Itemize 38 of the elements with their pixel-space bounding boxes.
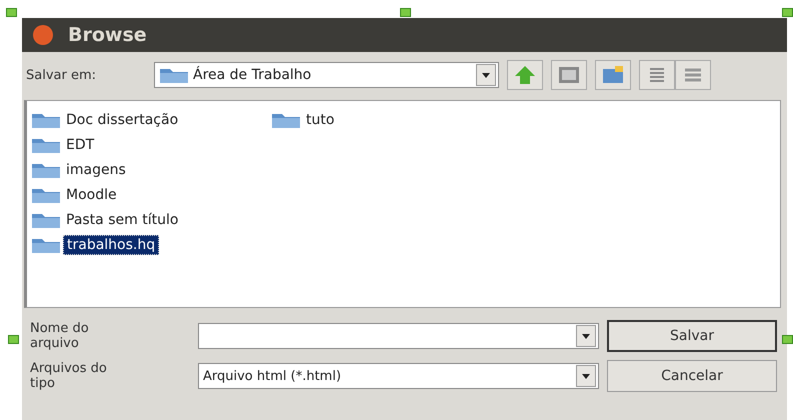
location-value: Área de Trabalho <box>193 67 312 83</box>
details-icon <box>684 67 702 83</box>
cancel-button[interactable]: Cancelar <box>607 360 777 392</box>
location-dropdown[interactable]: Área de Trabalho <box>154 62 499 88</box>
file-type-label: Arquivos do tipo <box>30 361 108 391</box>
up-folder-button[interactable] <box>507 60 543 90</box>
dropdown-arrow-icon <box>582 374 590 378</box>
list-view-button[interactable] <box>639 60 675 90</box>
file-name-field[interactable] <box>198 323 599 349</box>
folder-name[interactable]: trabalhos.hq <box>63 234 160 254</box>
close-icon[interactable] <box>32 24 54 46</box>
selection-handle[interactable] <box>6 8 17 17</box>
window-title: Browse <box>68 24 147 46</box>
folder-name[interactable]: tuto <box>303 110 338 128</box>
new-folder-button[interactable] <box>595 60 631 90</box>
desktop-button[interactable] <box>551 60 587 90</box>
selection-handle[interactable] <box>782 335 793 344</box>
selection-handle[interactable] <box>8 335 19 344</box>
selection-handle[interactable] <box>782 8 793 17</box>
folder-name[interactable]: Doc dissertação <box>63 110 182 128</box>
file-name-label: Nome do arquivo <box>30 321 90 351</box>
folder-icon <box>159 66 189 84</box>
folder-name[interactable]: imagens <box>63 160 129 178</box>
file-type-value: Arquivo html (*.html) <box>202 368 342 384</box>
save-button[interactable]: Salvar <box>607 320 777 352</box>
folder-icon <box>602 66 624 84</box>
location-label: Salvar em: <box>26 68 98 82</box>
details-view-button[interactable] <box>675 60 711 90</box>
monitor-icon <box>558 66 580 84</box>
arrow-up-icon <box>514 65 536 85</box>
folder-name[interactable]: EDT <box>63 136 98 154</box>
folder-name[interactable]: Moodle <box>63 186 120 204</box>
selection-handle[interactable] <box>400 8 411 17</box>
file-type-dropdown[interactable]: Arquivo html (*.html) <box>198 363 599 389</box>
dropdown-arrow-icon <box>482 72 490 78</box>
list-icon <box>649 67 665 83</box>
folder-name[interactable]: Pasta sem título <box>63 210 182 228</box>
dropdown-arrow-icon <box>582 334 590 338</box>
